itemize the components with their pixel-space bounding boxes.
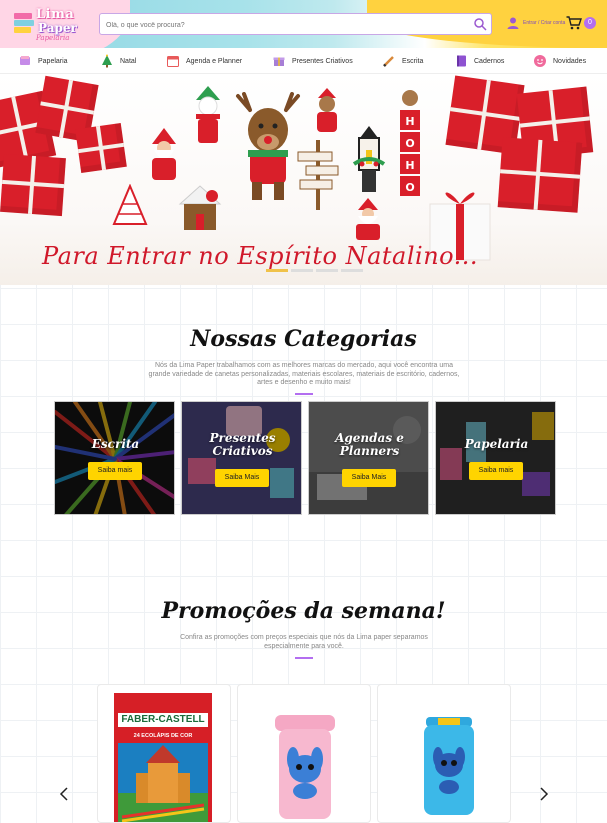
cart-button[interactable]: 0 [566, 14, 600, 34]
cart-count-badge: 0 [584, 17, 596, 29]
gift-box-image [75, 123, 127, 173]
nav-label: Cadernos [474, 57, 505, 65]
category-card-papelaria[interactable]: Papelaria Saiba mais [435, 401, 556, 515]
house-ornament-image [178, 185, 222, 230]
logo-text-tagline: Papelaria [36, 34, 70, 42]
product-subtitle: 24 ECOLÁPIS DE COR [133, 733, 193, 739]
svg-text:H: H [405, 115, 414, 128]
stationery-image [436, 402, 555, 514]
section-divider [295, 657, 313, 659]
category-card-presentes-criativos[interactable]: Presentes Criativos Saiba Mais [181, 401, 302, 515]
nav-label: Natal [120, 57, 137, 65]
section-divider [295, 393, 313, 395]
signpost-image [297, 140, 339, 210]
cart-icon [566, 16, 582, 30]
nav-label: Escrita [402, 57, 424, 65]
snowman-ornament-image [196, 86, 220, 143]
category-card-escrita[interactable]: Escrita Saiba mais [54, 401, 175, 515]
pink-sharpener-image [275, 715, 335, 819]
product-card[interactable] [377, 684, 511, 823]
lantern-image [352, 126, 386, 192]
category-card-title: Agendas e Planners [335, 431, 404, 458]
site-logo[interactable]: Lima Paper Papelaria [14, 5, 92, 43]
nav-item-natal[interactable]: Natal [100, 53, 136, 69]
search-icon[interactable] [473, 17, 487, 31]
nav-item-presentes-criativos[interactable]: Presentes Criativos [272, 53, 353, 69]
product-brand: FABER-CASTELL [118, 713, 208, 727]
logo-text-lima: Lima [36, 7, 75, 22]
banner-dot[interactable] [341, 269, 363, 272]
smiley-icon [534, 55, 546, 67]
product-card[interactable] [237, 684, 371, 823]
category-nav: Papelaria Natal Agenda e Planner Present… [0, 48, 607, 74]
nav-label: Papelaria [38, 57, 68, 65]
category-card-title: Papelaria [464, 437, 529, 451]
nav-item-cadernos[interactable]: Cadernos [454, 53, 504, 69]
svg-text:O: O [405, 137, 414, 150]
categories-description: Nós da Lima Paper trabalhamos com as mel… [148, 362, 460, 386]
saiba-mais-button[interactable]: Saiba Mais [342, 469, 396, 487]
saiba-mais-button[interactable]: Saiba mais [469, 462, 523, 480]
banner-dot[interactable] [316, 269, 338, 272]
gift-box-image [497, 137, 583, 213]
logo-text-paper: Paper [38, 21, 77, 35]
santa-figure-image [356, 198, 380, 240]
snow-tree-image [112, 184, 148, 225]
search-bar [99, 13, 492, 35]
nav-label: Presentes Criativos [292, 57, 353, 65]
login-label: Entrar / Criar conta [523, 20, 566, 26]
nav-item-papelaria[interactable]: Papelaria [18, 53, 68, 69]
books-icon [14, 13, 34, 35]
blue-sharpener-image [424, 717, 474, 815]
nav-label: Novidades [553, 57, 587, 65]
banner-dot[interactable] [291, 269, 313, 272]
hero-banner[interactable]: H O H O Para Entrar no Espírito Natalino… [0, 74, 607, 285]
castle-illustration [118, 743, 208, 822]
santa-ornament-image [152, 128, 176, 180]
banner-dot[interactable] [266, 269, 288, 272]
banner-pagination [266, 269, 363, 272]
colored-pencils-image [55, 402, 174, 514]
bear-ornament-image [317, 88, 337, 132]
planner-desk-image [309, 402, 428, 514]
promotions-description: Confira as promoções com preços especiai… [180, 634, 428, 650]
svg-text:H: H [405, 159, 414, 172]
promotions-title: Promoções da semana! [161, 598, 446, 624]
category-card-agendas-planners[interactable]: Agendas e Planners Saiba Mais [308, 401, 429, 515]
hoho-sign-image: H O H O [400, 90, 420, 196]
product-card[interactable]: FABER-CASTELL 24 ECOLÁPIS DE COR [97, 684, 231, 823]
category-card-title: Escrita [91, 437, 140, 451]
nav-item-agenda-planner[interactable]: Agenda e Planner [166, 53, 242, 69]
category-card-title: Presentes Criativos [209, 431, 276, 458]
site-header: Lima Paper Papelaria Entrar / Criar cont… [0, 0, 607, 48]
banner-caption: Para Entrar no Espírito Natalino... [42, 242, 479, 270]
christmas-tree-icon [102, 54, 112, 68]
user-icon [507, 17, 519, 29]
notebook-icon [20, 56, 30, 65]
svg-text:O: O [405, 181, 414, 194]
search-input[interactable] [106, 17, 466, 33]
gift-box-image [0, 153, 66, 217]
carousel-next-arrow-icon[interactable] [538, 787, 550, 801]
nav-item-novidades[interactable]: Novidades [533, 53, 586, 69]
notebook-purple-icon [457, 55, 466, 67]
gift-box-icon [273, 57, 285, 66]
saiba-mais-button[interactable]: Saiba Mais [215, 469, 269, 487]
categories-title: Nossas Categorias [190, 326, 417, 352]
pencil-icon [383, 56, 394, 67]
carousel-prev-arrow-icon[interactable] [58, 787, 70, 801]
gifts-image [182, 402, 301, 514]
saiba-mais-button[interactable]: Saiba mais [88, 462, 142, 480]
nav-item-escrita[interactable]: Escrita [382, 53, 423, 69]
calendar-icon [167, 56, 179, 67]
product-image: FABER-CASTELL 24 ECOLÁPIS DE COR [114, 693, 212, 822]
nav-label: Agenda e Planner [186, 57, 243, 65]
